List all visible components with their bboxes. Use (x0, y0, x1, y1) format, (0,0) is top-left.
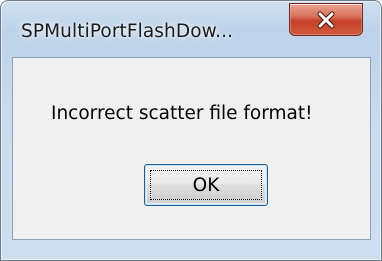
ok-button[interactable]: OK (144, 164, 268, 206)
dialog-content-area: Incorrect scatter file format! OK (12, 57, 371, 240)
close-button[interactable] (289, 3, 363, 36)
title-bar[interactable]: SPMultiPortFlashDow... (1, 1, 381, 57)
window-title: SPMultiPortFlashDow... (21, 21, 234, 42)
close-x-icon (316, 11, 336, 29)
ok-button-label: OK (192, 174, 220, 196)
ok-button-focus-rect: OK (150, 170, 262, 200)
error-message-text: Incorrect scatter file format! (51, 103, 313, 124)
message-dialog-window: SPMultiPortFlashDow... Incorrect scatter… (0, 0, 382, 261)
